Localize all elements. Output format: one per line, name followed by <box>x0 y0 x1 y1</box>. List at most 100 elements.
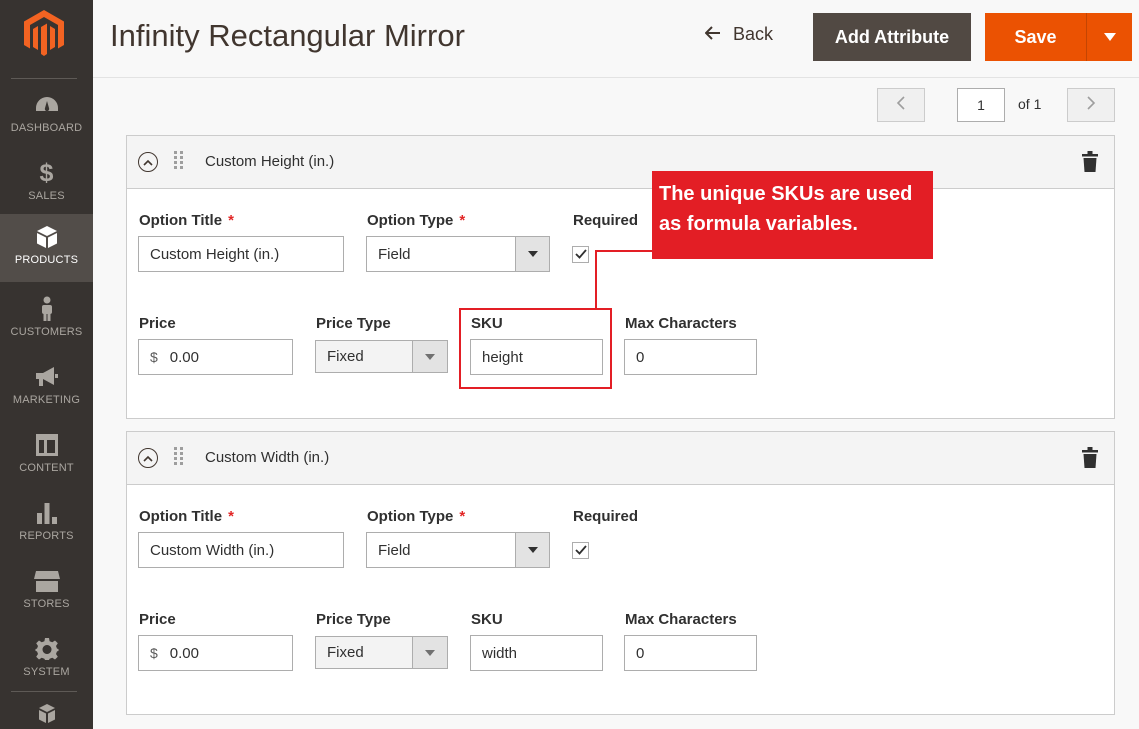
layout-icon <box>0 432 93 458</box>
max-characters-input[interactable]: 0 <box>624 339 757 375</box>
cube-icon <box>0 224 93 250</box>
required-label: Required <box>573 212 639 229</box>
currency-symbol: $ <box>150 349 158 365</box>
trash-icon[interactable] <box>1082 151 1098 177</box>
sidebar-item-system[interactable]: SYSTEM <box>0 626 93 694</box>
arrow-left-icon <box>704 24 721 45</box>
storefront-icon <box>0 568 93 594</box>
price-type-label: Price Type <box>316 315 391 332</box>
custom-option-panel: Custom Width (in.) Option Title * Custom … <box>126 431 1115 715</box>
sidebar-item-label: SYSTEM <box>23 666 70 678</box>
required-checkbox[interactable] <box>572 246 589 263</box>
pager-next-button[interactable] <box>1067 88 1115 122</box>
price-type-value: Fixed <box>327 348 364 365</box>
callout-line: as formula variables. <box>659 213 858 235</box>
callout-line: The unique SKUs are used <box>659 183 913 205</box>
collapse-icon[interactable] <box>138 152 158 172</box>
max-characters-label: Max Characters <box>625 611 737 628</box>
price-type-value: Fixed <box>327 644 364 661</box>
page-header: Infinity Rectangular Mirror Back Add Att… <box>93 0 1139 78</box>
price-label: Price <box>139 611 176 628</box>
sidebar-item-sales[interactable]: $ SALES <box>0 150 93 218</box>
add-attribute-button[interactable]: Add Attribute <box>813 13 971 61</box>
gauge-icon <box>0 92 93 118</box>
page-title: Infinity Rectangular Mirror <box>110 18 465 53</box>
max-characters-label: Max Characters <box>625 315 737 332</box>
sidebar-item-label: PRODUCTS <box>14 254 79 266</box>
sidebar-item-customers[interactable]: CUSTOMERS <box>0 286 93 354</box>
megaphone-icon <box>0 364 93 390</box>
custom-option-panel: Custom Height (in.) Option Title * Custom… <box>126 135 1115 419</box>
caret-down-icon <box>412 637 447 668</box>
pager-total-label: of 1 <box>1018 96 1042 112</box>
option-type-select[interactable]: Field <box>366 236 550 272</box>
drag-handle-icon[interactable] <box>174 151 184 176</box>
price-type-select[interactable]: Fixed <box>315 636 448 669</box>
sidebar-item-label: MARKETING <box>12 394 81 406</box>
sku-input[interactable]: width <box>470 635 603 671</box>
option-type-select[interactable]: Field <box>366 532 550 568</box>
option-panel-title: Custom Height (in.) <box>205 153 335 170</box>
option-title-label: Option Title * <box>139 212 234 229</box>
annotation-callout: The unique SKUs are used as formula vari… <box>652 171 933 259</box>
gear-icon <box>0 636 93 662</box>
admin-sidebar: DASHBOARD $ SALES PRODUCTS CUSTOMERS MAR… <box>0 0 93 729</box>
dollar-icon: $ <box>39 158 54 187</box>
save-dropdown-toggle[interactable] <box>1086 13 1132 61</box>
price-input[interactable]: $ 0.00 <box>138 635 293 671</box>
checkmark-icon <box>574 542 587 560</box>
sidebar-item-dashboard[interactable]: DASHBOARD <box>0 82 93 150</box>
caret-down-icon <box>412 341 447 372</box>
caret-down-icon <box>515 533 549 567</box>
caret-down-icon <box>515 237 549 271</box>
back-button-label: Back <box>733 24 774 44</box>
sidebar-item-products[interactable]: PRODUCTS <box>0 214 93 282</box>
sidebar-item-stores[interactable]: STORES <box>0 558 93 626</box>
save-button[interactable]: Save <box>985 13 1086 61</box>
sidebar-divider <box>11 691 77 692</box>
caret-down-icon <box>1103 28 1116 46</box>
sidebar-item-label: CUSTOMERS <box>10 326 83 338</box>
magento-logo-icon[interactable] <box>22 8 66 58</box>
option-panel-header: Custom Height (in.) <box>127 136 1114 189</box>
price-value: 0.00 <box>169 644 199 662</box>
sidebar-item-label: REPORTS <box>19 530 74 542</box>
bar-chart-icon <box>0 500 93 526</box>
sidebar-item-reports[interactable]: REPORTS <box>0 490 93 558</box>
sidebar-item-label: STORES <box>23 598 70 610</box>
drag-handle-icon[interactable] <box>174 447 184 472</box>
trash-icon[interactable] <box>1082 447 1098 473</box>
chevron-right-icon <box>1086 95 1096 115</box>
sidebar-item-label: SALES <box>28 190 65 202</box>
option-panel-title: Custom Width (in.) <box>205 449 330 466</box>
option-title-input[interactable]: Custom Height (in.) <box>138 236 344 272</box>
chevron-left-icon <box>896 95 906 115</box>
option-title-input[interactable]: Custom Width (in.) <box>138 532 344 568</box>
back-button[interactable]: Back <box>704 24 774 45</box>
price-type-select[interactable]: Fixed <box>315 340 448 373</box>
currency-symbol: $ <box>150 645 158 661</box>
sidebar-item-marketing[interactable]: MARKETING <box>0 354 93 422</box>
sidebar-item-partial[interactable] <box>0 694 93 729</box>
option-type-value: Field <box>378 245 411 263</box>
option-type-label: Option Type * <box>367 508 466 525</box>
pager-prev-button[interactable] <box>877 88 925 122</box>
required-checkbox[interactable] <box>572 542 589 559</box>
option-title-label: Option Title * <box>139 508 234 525</box>
pager-page-input[interactable]: 1 <box>957 88 1005 122</box>
sidebar-divider <box>11 78 77 79</box>
price-input[interactable]: $ 0.00 <box>138 339 293 375</box>
callout-connector <box>595 250 597 308</box>
sku-label: SKU <box>471 611 503 628</box>
sku-highlight-box <box>459 308 612 389</box>
checkmark-icon <box>574 246 587 264</box>
collapse-icon[interactable] <box>138 448 158 468</box>
sidebar-item-label: CONTENT <box>19 462 74 474</box>
boxes-icon <box>0 702 93 728</box>
callout-connector <box>595 250 655 252</box>
max-characters-input[interactable]: 0 <box>624 635 757 671</box>
sidebar-item-label: DASHBOARD <box>10 122 83 134</box>
price-type-label: Price Type <box>316 611 391 628</box>
sidebar-item-content[interactable]: CONTENT <box>0 422 93 490</box>
option-type-label: Option Type * <box>367 212 466 229</box>
